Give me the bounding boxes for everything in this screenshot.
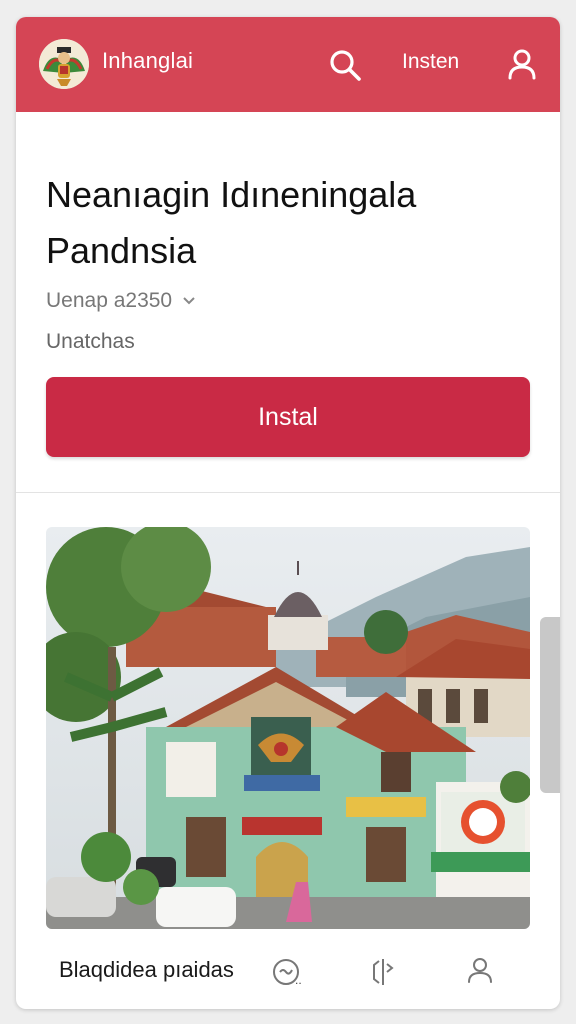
chevron-down-icon bbox=[183, 297, 195, 305]
garuda-logo-icon[interactable] bbox=[39, 39, 89, 89]
search-button[interactable] bbox=[327, 47, 363, 83]
user-icon[interactable] bbox=[466, 955, 494, 990]
app-name: Inhanglai bbox=[102, 48, 194, 73]
version-label: Uenap a2350 bbox=[46, 289, 173, 312]
account-button[interactable] bbox=[506, 47, 538, 81]
subtext: Unatchas bbox=[46, 330, 135, 353]
install-button[interactable]: Instal bbox=[46, 377, 530, 457]
bottom-bar: Blaqdidea pıaidas .. bbox=[16, 941, 560, 1009]
tag-icon[interactable]: .. bbox=[271, 957, 302, 992]
user-icon bbox=[508, 49, 536, 80]
search-icon bbox=[330, 50, 361, 81]
bottom-label[interactable]: Blaqdidea pıaidas bbox=[59, 957, 234, 983]
app-card: Inhanglai Insten Neanıagin Idıneningala … bbox=[16, 17, 560, 1009]
install-link[interactable]: Insten bbox=[402, 50, 459, 74]
share-icon[interactable] bbox=[370, 955, 396, 992]
top-bar: Inhanglai Insten bbox=[16, 17, 560, 112]
svg-text:..: .. bbox=[295, 973, 301, 987]
divider bbox=[16, 492, 560, 493]
town-photo bbox=[46, 527, 530, 929]
page-title: Neanıagin Idıneningala Pandnsia bbox=[46, 174, 417, 271]
version-selector[interactable]: Uenap a2350 bbox=[46, 289, 196, 313]
scrollbar[interactable] bbox=[540, 617, 560, 793]
